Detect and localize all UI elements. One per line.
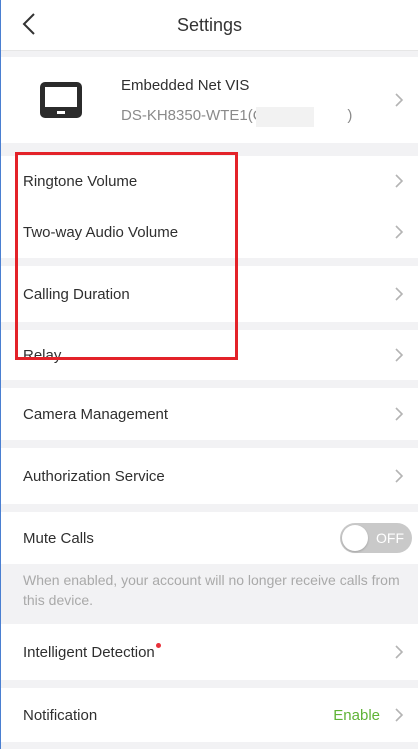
relay-label: Relay: [23, 346, 62, 364]
monitor-icon: [40, 82, 82, 118]
notification-label: Notification: [23, 706, 98, 724]
row-relay[interactable]: Relay: [1, 330, 418, 380]
intelligent-detection-text: Intelligent Detection: [23, 643, 155, 661]
toggle-state-text: OFF: [376, 530, 404, 546]
chevron-right-icon: [395, 348, 404, 362]
device-model: DS-KH8350-WTE1(Q015): [121, 107, 352, 124]
notification-dot-icon: [155, 642, 161, 648]
chevron-right-icon: [395, 407, 404, 421]
row-authorization-service[interactable]: Authorization Service: [1, 448, 418, 504]
device-chevron: [394, 92, 404, 108]
redaction-block: [256, 107, 314, 127]
chevron-right-icon: [395, 93, 404, 107]
row-mute-calls: Mute Calls OFF: [1, 512, 418, 564]
device-card[interactable]: Embedded Net VIS DS-KH8350-WTE1(Q015): [1, 57, 418, 143]
row-intelligent-detection[interactable]: Intelligent Detection: [1, 624, 418, 680]
chevron-right-icon: [395, 174, 404, 188]
device-name: Embedded Net VIS: [121, 77, 250, 94]
row-notification[interactable]: Notification Enable: [1, 688, 418, 742]
mute-calls-toggle[interactable]: OFF: [340, 523, 412, 553]
row-camera-management[interactable]: Camera Management: [1, 388, 418, 440]
page-title: Settings: [176, 15, 243, 35]
chevron-right-icon: [395, 645, 404, 659]
row-calling-duration[interactable]: Calling Duration: [1, 266, 418, 322]
authorization-service-label: Authorization Service: [23, 467, 165, 485]
row-ringtone-volume[interactable]: Ringtone Volume: [1, 156, 418, 206]
ringtone-volume-label: Ringtone Volume: [23, 172, 138, 190]
intelligent-detection-label: Intelligent Detection: [23, 642, 394, 661]
notification-value: Enable: [333, 706, 380, 724]
chevron-right-icon: [395, 225, 404, 239]
device-model-suffix: ): [347, 107, 353, 124]
two-way-audio-volume-label: Two-way Audio Volume: [23, 223, 179, 241]
chevron-right-icon: [395, 708, 404, 722]
calling-duration-label: Calling Duration: [23, 285, 130, 303]
camera-management-label: Camera Management: [23, 405, 169, 423]
chevron-right-icon: [395, 287, 404, 301]
mute-calls-description: When enabled, your account will no longe…: [23, 572, 400, 608]
nav-bar: Settings: [1, 0, 418, 51]
toggle-knob: [342, 525, 368, 551]
chevron-right-icon: [395, 469, 404, 483]
row-two-way-audio-volume[interactable]: Two-way Audio Volume: [1, 206, 418, 258]
